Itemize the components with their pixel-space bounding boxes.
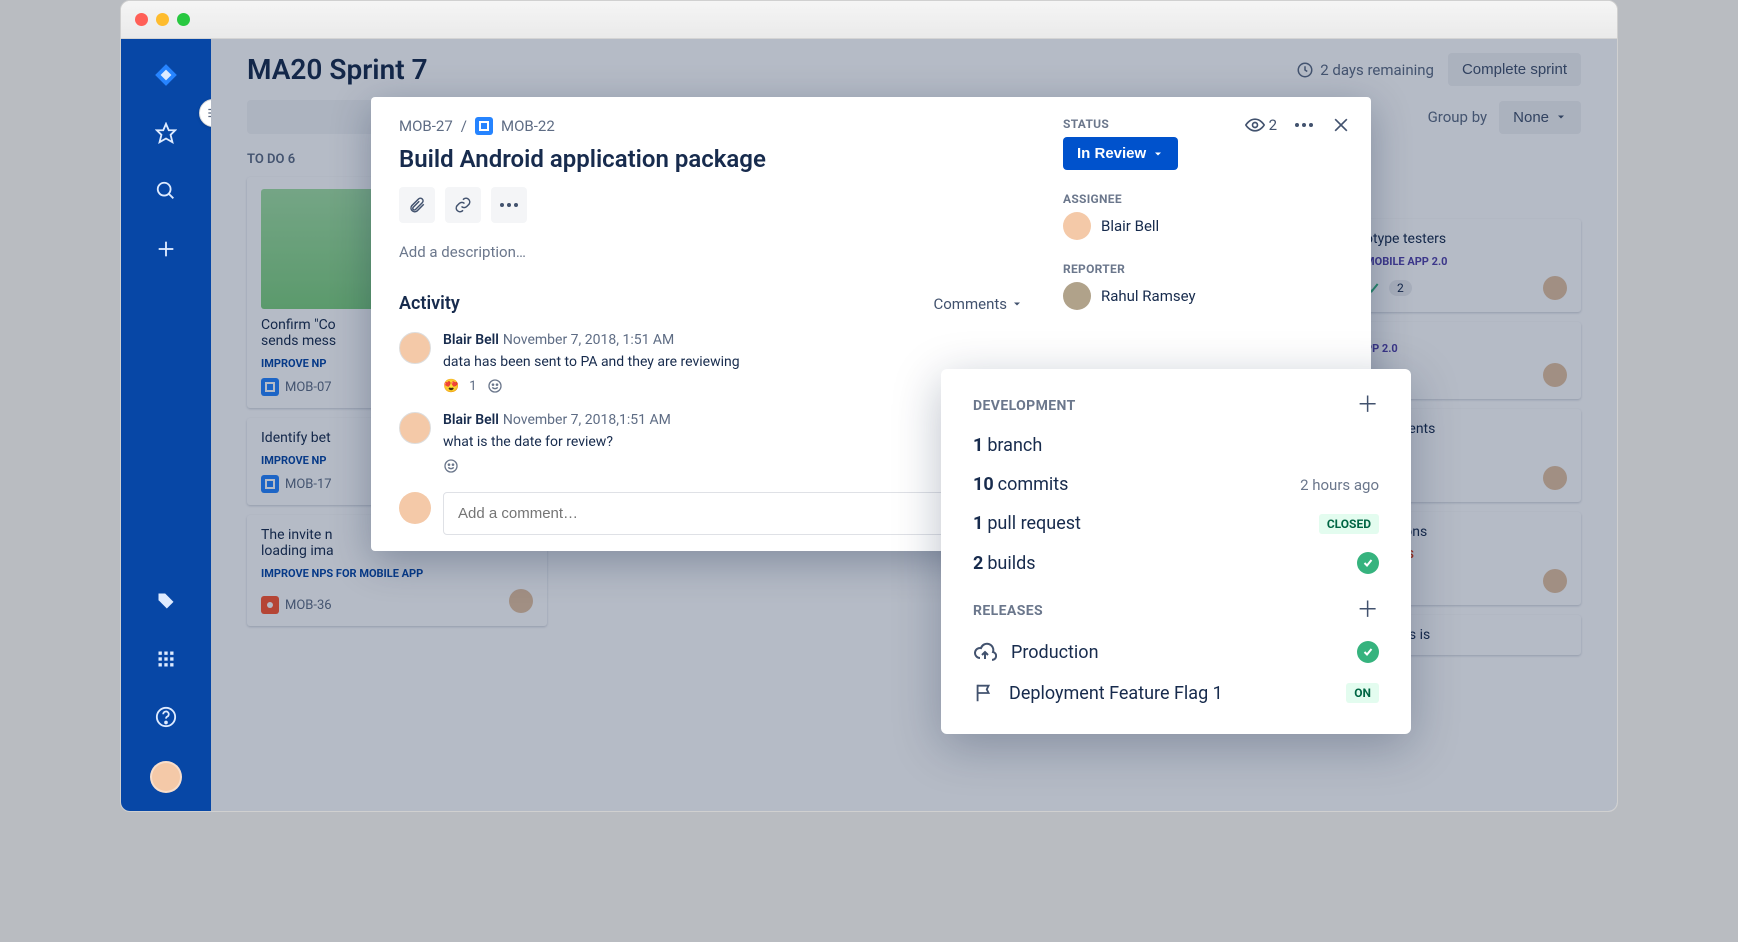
reporter-field[interactable]: Rahul Ramsey	[1063, 282, 1343, 310]
activity-label: Activity	[399, 293, 460, 314]
add-reaction-button[interactable]	[443, 458, 459, 474]
minimize-window-dot[interactable]	[156, 13, 169, 26]
comment-input[interactable]	[443, 492, 1023, 535]
cloud-upload-icon	[973, 640, 997, 664]
comment-item: Blair BellNovember 7, 2018,1:51 AM what …	[399, 412, 1023, 474]
watch-button[interactable]: 2	[1245, 115, 1277, 135]
branch-row[interactable]: 1branch	[973, 435, 1379, 456]
jira-logo-icon[interactable]	[152, 61, 180, 89]
flag-status-badge: ON	[1346, 683, 1379, 703]
assignee-avatar	[1063, 212, 1091, 240]
issue-title[interactable]: Build Android application package	[399, 145, 1023, 173]
attach-button[interactable]	[399, 187, 435, 223]
ellipsis-icon	[500, 203, 518, 207]
mac-titlebar	[121, 1, 1617, 39]
star-icon[interactable]	[152, 119, 180, 147]
chevron-down-icon	[1152, 148, 1164, 160]
add-dev-item-button[interactable]: ＋	[1357, 395, 1379, 417]
breadcrumb-self[interactable]: MOB-22	[501, 117, 555, 135]
comment-item: Blair BellNovember 7, 2018, 1:51 AM data…	[399, 332, 1023, 394]
reporter-avatar	[1063, 282, 1091, 310]
comment-avatar[interactable]	[399, 412, 431, 444]
status-dropdown[interactable]: In Review	[1063, 137, 1178, 170]
flag-icon	[973, 682, 995, 704]
link-button[interactable]	[445, 187, 481, 223]
close-modal-button[interactable]	[1331, 115, 1351, 135]
modal-more-button[interactable]	[1295, 123, 1313, 127]
search-icon[interactable]	[152, 177, 180, 205]
activity-filter-dropdown[interactable]: Comments	[933, 295, 1023, 313]
comment-avatar[interactable]	[399, 332, 431, 364]
release-success-badge	[1357, 641, 1379, 663]
commits-row[interactable]: 10commits 2 hours ago	[973, 474, 1379, 495]
reaction-emoji[interactable]: 😍	[443, 379, 459, 394]
task-type-icon	[475, 117, 493, 135]
help-icon[interactable]	[152, 703, 180, 731]
close-icon	[1331, 115, 1351, 135]
smile-plus-icon	[443, 458, 459, 474]
comment-body: data has been sent to PA and they are re…	[443, 354, 740, 370]
feature-flag-row[interactable]: Deployment Feature Flag 1 ON	[973, 682, 1379, 704]
close-window-dot[interactable]	[135, 13, 148, 26]
builds-row[interactable]: 2builds	[973, 552, 1379, 574]
pull-request-row[interactable]: 1pull request CLOSED	[973, 513, 1379, 534]
zoom-window-dot[interactable]	[177, 13, 190, 26]
reporter-label: REPORTER	[1063, 262, 1343, 276]
nav-profile-avatar[interactable]	[150, 761, 182, 793]
eye-icon	[1245, 115, 1265, 135]
apps-grid-icon[interactable]	[152, 645, 180, 673]
comment-body: what is the date for review?	[443, 434, 671, 450]
chevron-down-icon	[1011, 298, 1023, 310]
left-nav	[121, 39, 211, 811]
add-release-button[interactable]: ＋	[1357, 600, 1379, 622]
my-avatar	[399, 492, 431, 524]
ellipsis-icon	[1295, 123, 1313, 127]
assignee-field[interactable]: Blair Bell	[1063, 212, 1343, 240]
add-reaction-button[interactable]	[487, 378, 503, 394]
description-field[interactable]: Add a description…	[399, 243, 1023, 261]
breadcrumb: MOB-27 / MOB-22	[399, 117, 1023, 135]
breadcrumb-parent[interactable]: MOB-27	[399, 117, 453, 135]
release-row[interactable]: Production	[973, 640, 1379, 664]
more-actions-button[interactable]	[491, 187, 527, 223]
pr-status-badge: CLOSED	[1319, 514, 1379, 534]
create-icon[interactable]	[152, 235, 180, 263]
smile-plus-icon	[487, 378, 503, 394]
releases-heading: RELEASES	[973, 603, 1043, 619]
build-success-badge	[1357, 552, 1379, 574]
development-heading: DEVELOPMENT	[973, 398, 1076, 414]
paperclip-icon	[408, 196, 426, 214]
tag-icon[interactable]	[152, 587, 180, 615]
link-icon	[454, 196, 472, 214]
assignee-label: ASSIGNEE	[1063, 192, 1343, 206]
development-panel: DEVELOPMENT ＋ 1branch 10commits 2 hours …	[941, 369, 1411, 734]
